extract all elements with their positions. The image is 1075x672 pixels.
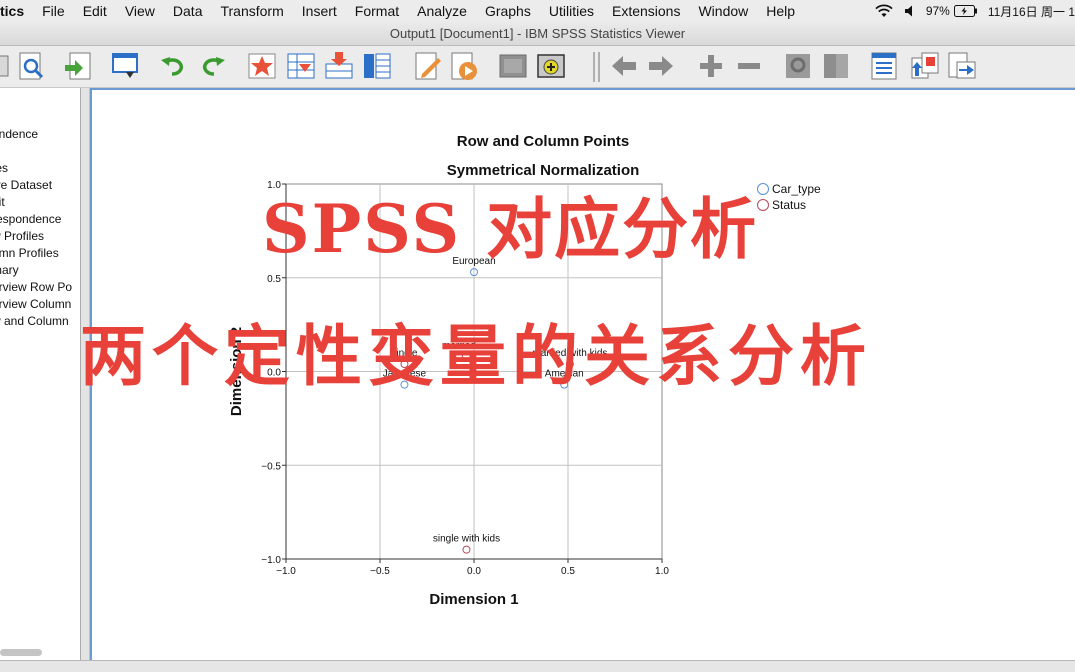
outline-item[interactable]: w Profiles: [0, 228, 72, 245]
arrow-right-icon[interactable]: [645, 50, 677, 82]
legend-label: Car_type: [772, 182, 821, 196]
goto-case-icon[interactable]: [285, 50, 317, 82]
x-tick-label: 1.0: [655, 566, 669, 577]
menu-item-analyze[interactable]: Analyze: [408, 3, 476, 19]
outline-scrollbar[interactable]: [0, 649, 42, 656]
hide-icon[interactable]: [820, 50, 852, 82]
window-title: Output1 [Document1] - IBM SPSS Statistic…: [0, 22, 1075, 46]
chart-title: Row and Column Points: [457, 133, 630, 150]
volume-icon[interactable]: [904, 4, 916, 18]
goto-data-icon[interactable]: [246, 50, 278, 82]
toolbar-separator: [593, 52, 595, 82]
outline-item[interactable]: dit: [0, 194, 72, 211]
status-bar: [0, 660, 1075, 672]
outline-pane[interactable]: ondenceetesive Datasetditrespondencew Pr…: [0, 88, 81, 660]
battery-icon[interactable]: [953, 5, 978, 17]
add-output-icon[interactable]: [535, 50, 567, 82]
demote-icon[interactable]: [945, 50, 977, 82]
x-tick-label: 0.5: [561, 566, 575, 577]
menu-item-help[interactable]: Help: [757, 3, 804, 19]
pivot-table-icon[interactable]: [868, 50, 900, 82]
outline-item[interactable]: ive Dataset: [0, 177, 72, 194]
menu-item-utilities[interactable]: Utilities: [540, 3, 603, 19]
menu-item-file[interactable]: File: [33, 3, 74, 19]
export-icon[interactable]: [62, 50, 94, 82]
menu-item-edit[interactable]: Edit: [74, 3, 116, 19]
wifi-icon[interactable]: [874, 4, 894, 18]
show-icon[interactable]: [783, 50, 815, 82]
outline-item[interactable]: w and Column: [0, 313, 72, 330]
outline-item[interactable]: e: [0, 143, 72, 160]
menu-item-format[interactable]: Format: [346, 3, 408, 19]
outline-item[interactable]: tes: [0, 160, 72, 177]
promote-icon[interactable]: [908, 50, 940, 82]
run-script-icon[interactable]: [448, 50, 480, 82]
outline-item[interactable]: respondence: [0, 211, 72, 228]
outline-item[interactable]: erview Column: [0, 296, 72, 313]
x-axis-label: Dimension 1: [429, 591, 518, 608]
insert-cases-icon[interactable]: [323, 50, 355, 82]
menu-item-insert[interactable]: Insert: [293, 3, 346, 19]
outline-item[interactable]: erview Row Po: [0, 279, 72, 296]
legend-label: Status: [772, 198, 806, 212]
print-preview-icon[interactable]: [16, 50, 48, 82]
system-status: 97% 11月16日 周一 1: [874, 0, 1075, 22]
menu-item-window[interactable]: Window: [689, 3, 757, 19]
variables-icon[interactable]: [361, 50, 393, 82]
legend-marker: [757, 183, 769, 195]
x-tick-label: 0.0: [467, 566, 481, 577]
clock[interactable]: 11月16日 周一 1: [988, 3, 1075, 20]
menu-item-graphs[interactable]: Graphs: [476, 3, 540, 19]
menu-item-data[interactable]: Data: [164, 3, 212, 19]
recall-dialog-icon[interactable]: [110, 50, 142, 82]
outline-tree: ondenceetesive Datasetditrespondencew Pr…: [0, 126, 72, 330]
x-tick-label: −1.0: [276, 566, 296, 577]
undo-icon[interactable]: [158, 50, 190, 82]
overlay-title-line-2: 两个定性变量的关系分析: [80, 317, 872, 395]
outline-item[interactable]: mary: [0, 262, 72, 279]
menu-item-view[interactable]: View: [116, 3, 164, 19]
outline-item[interactable]: umn Profiles: [0, 245, 72, 262]
edit-output-icon[interactable]: [412, 50, 444, 82]
toolbar: [0, 46, 1075, 88]
toolbar-separator: [598, 52, 600, 82]
outline-item[interactable]: ondence: [0, 126, 72, 143]
redo-icon[interactable]: [196, 50, 228, 82]
y-tick-label: −0.5: [261, 461, 281, 472]
y-tick-label: −1.0: [261, 555, 281, 566]
designated-window-icon[interactable]: [497, 50, 529, 82]
data-point-label: single with kids: [433, 534, 500, 545]
expand-icon[interactable]: [695, 50, 727, 82]
arrow-left-icon[interactable]: [608, 50, 640, 82]
x-tick-label: −0.5: [370, 566, 390, 577]
menu-item-transform[interactable]: Transform: [211, 3, 292, 19]
y-tick-label: 0.5: [267, 274, 281, 285]
print-icon[interactable]: [0, 50, 14, 82]
overlay-title-line-1: SPSS 对应分析: [262, 190, 759, 268]
legend-marker: [757, 199, 769, 211]
battery-percent: 97%: [925, 4, 950, 18]
menu-item-extensions[interactable]: Extensions: [603, 3, 689, 19]
collapse-icon[interactable]: [733, 50, 765, 82]
menu-item-app[interactable]: tics: [0, 3, 33, 19]
